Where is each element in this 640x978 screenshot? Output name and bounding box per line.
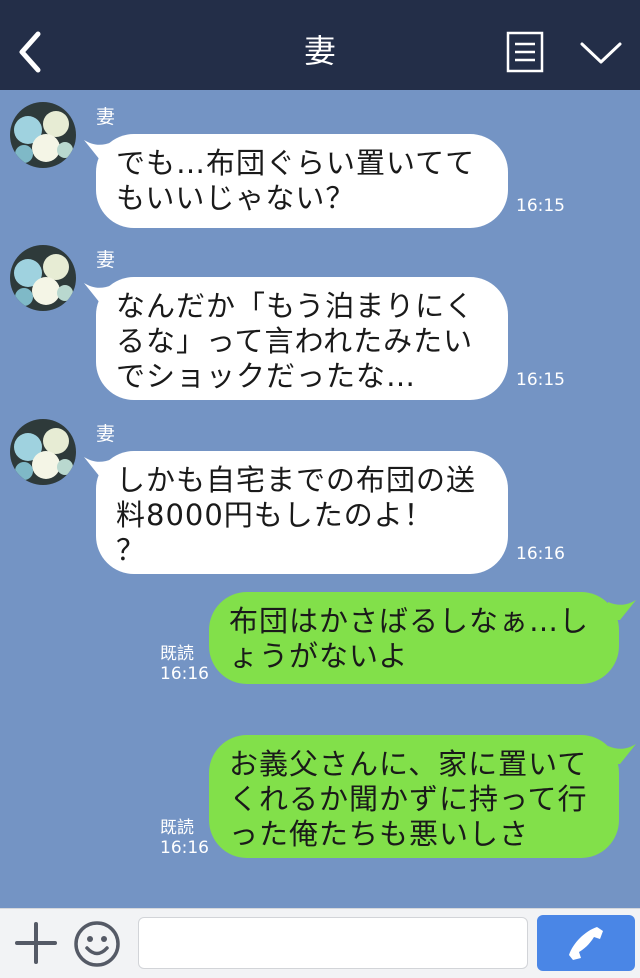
bubble-tail	[608, 600, 636, 620]
chat-header: 妻	[0, 0, 640, 90]
message-list[interactable]: 妻 でも…布団ぐらい置いてて もいいじゃない？ 16:15 妻 なんだか「もう泊…	[0, 90, 640, 908]
message-time: 16:16	[160, 664, 209, 684]
plus-icon[interactable]	[14, 921, 58, 965]
message-time: 16:16	[160, 838, 209, 858]
read-receipt: 既読	[160, 644, 194, 664]
incoming-message-bubble[interactable]: しかも自宅までの布団の送 料8000円もしたのよ！ ？	[96, 451, 508, 574]
avatar-image	[10, 245, 76, 311]
message-input[interactable]	[138, 917, 528, 969]
message-time: 16:16	[516, 544, 565, 564]
input-bar	[0, 908, 640, 978]
read-receipt: 既読	[160, 818, 194, 838]
chevron-down-icon[interactable]	[578, 38, 624, 68]
message-time: 16:15	[516, 370, 565, 390]
outgoing-message-bubble[interactable]: お義父さんに、家に置いて くれるか聞かずに持って行 った俺たちも悪いしさ	[209, 735, 619, 858]
sender-name: 妻	[96, 106, 116, 128]
avatar[interactable]	[10, 419, 76, 485]
sender-name: 妻	[96, 423, 116, 445]
incoming-message-bubble[interactable]: でも…布団ぐらい置いてて もいいじゃない？	[96, 134, 508, 228]
notes-menu-icon[interactable]	[506, 31, 544, 73]
call-button[interactable]	[537, 915, 635, 971]
avatar[interactable]	[10, 102, 76, 168]
smiley-icon[interactable]	[72, 919, 122, 969]
avatar-image	[10, 102, 76, 168]
bubble-tail	[608, 744, 636, 764]
chat-title: 妻	[303, 32, 336, 70]
phone-icon	[569, 927, 603, 960]
outgoing-message-bubble[interactable]: 布団はかさばるしなぁ…し ょうがないよ	[209, 592, 619, 684]
incoming-message-bubble[interactable]: なんだか「もう泊まりにく るな」って言われたみたい でショックだったな…	[96, 277, 508, 400]
avatar-image	[10, 419, 76, 485]
sender-name: 妻	[96, 249, 116, 271]
avatar[interactable]	[10, 245, 76, 311]
message-time: 16:15	[516, 196, 565, 216]
